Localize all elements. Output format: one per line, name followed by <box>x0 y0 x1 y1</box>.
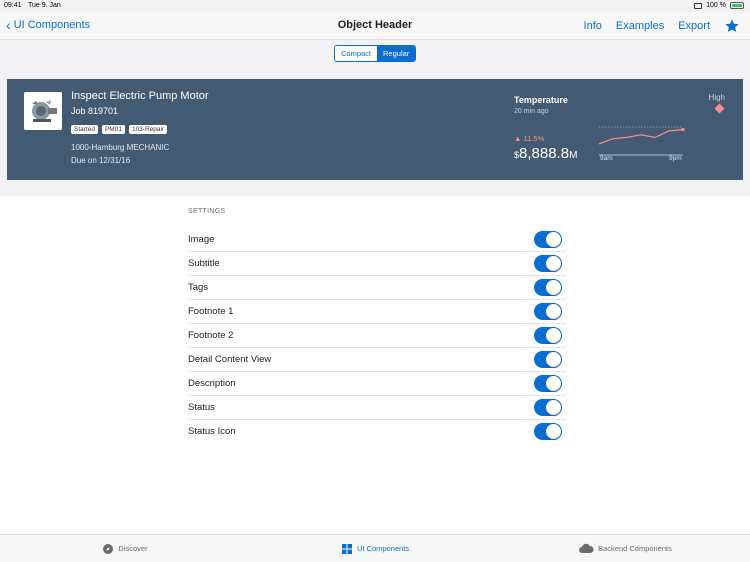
cloud-icon <box>579 543 594 553</box>
kpi-detail: Temperature 20 min ago ▲ 11.5% $8,888.8M <box>514 95 577 162</box>
toggle-switch[interactable] <box>534 423 562 440</box>
setting-row: Image <box>188 228 566 252</box>
tab-ui-components[interactable]: UI Components <box>250 535 500 562</box>
tag: PM01 <box>101 125 125 134</box>
status-text: High <box>708 93 725 102</box>
settings-list: Image Subtitle Tags Footnote 1 Footnote 2 Det… <box>188 228 566 444</box>
tab-label: UI Components <box>356 544 410 553</box>
kpi-unit: M <box>569 150 578 161</box>
toggle-switch[interactable] <box>534 399 562 416</box>
status-time: 09:41 <box>4 2 22 9</box>
segment-regular[interactable]: Regular <box>377 46 416 61</box>
object-title: Inspect Electric Pump Motor <box>71 90 209 102</box>
setting-row: Tags <box>188 276 566 300</box>
toggle-switch[interactable] <box>534 231 562 248</box>
toggle-switch[interactable] <box>534 327 562 344</box>
kpi-value: $8,888.8M <box>514 145 577 163</box>
segment-compact[interactable]: Compact <box>335 46 378 61</box>
setting-row: Status Icon <box>188 420 566 444</box>
setting-label: Subtitle <box>188 258 220 269</box>
kpi-title: Temperature <box>514 95 568 105</box>
status-bar: 09:41 Tue 9. Jan 100 % <box>0 0 750 12</box>
compass-icon <box>103 543 114 554</box>
chart-point <box>681 128 685 132</box>
screen-mirroring-icon <box>694 2 703 9</box>
setting-row: Footnote 2 <box>188 324 566 348</box>
object-tags: Started PM01 103-Repair <box>71 125 168 134</box>
tab-label: Backend Components <box>598 544 672 553</box>
tag: 103-Repair <box>128 125 168 134</box>
object-image <box>24 92 62 130</box>
settings-content: SETTINGS Image Subtitle Tags Footnote 1 Foot… <box>0 196 750 534</box>
chart-x-label-start: 9am <box>600 155 613 162</box>
navigation-bar: ‹ UI Components Object Header Info Examp… <box>0 12 750 40</box>
setting-row: Footnote 1 <box>188 300 566 324</box>
status-right: 100 % <box>694 2 744 9</box>
setting-row: Subtitle <box>188 252 566 276</box>
setting-row: Detail Content View <box>188 348 566 372</box>
examples-button[interactable]: Examples <box>616 20 664 32</box>
setting-row: Status <box>188 396 566 420</box>
chart-series-line <box>598 129 684 145</box>
toggle-switch[interactable] <box>534 303 562 320</box>
kpi-subtitle: 20 min ago <box>514 108 549 115</box>
tab-discover[interactable]: Discover <box>0 535 250 562</box>
toggle-switch[interactable] <box>534 351 562 368</box>
nav-actions: Info Examples Export <box>584 18 740 34</box>
battery-icon <box>730 2 744 9</box>
object-subtitle: Job 819701 <box>71 106 119 116</box>
trend-up-icon: ▲ <box>514 134 522 143</box>
star-icon[interactable] <box>724 18 740 34</box>
setting-label: Description <box>188 378 236 389</box>
object-footnote-1: 1000-Hamburg MECHANIC <box>71 143 170 152</box>
chart-x-label-end: 9pm <box>669 155 682 162</box>
toggle-switch[interactable] <box>534 375 562 392</box>
toggle-switch[interactable] <box>534 279 562 296</box>
setting-label: Status <box>188 402 215 413</box>
grid-icon <box>341 543 352 554</box>
tab-label: Discover <box>118 544 148 553</box>
tab-backend-components[interactable]: Backend Components <box>500 535 750 562</box>
info-button[interactable]: Info <box>584 20 602 32</box>
toggle-switch[interactable] <box>534 255 562 272</box>
kpi-number: 8,888.8 <box>519 145 570 162</box>
setting-label: Tags <box>188 282 209 293</box>
setting-label: Image <box>188 234 215 245</box>
setting-label: Footnote 1 <box>188 306 234 317</box>
setting-label: Detail Content View <box>188 354 272 365</box>
settings-section-header: SETTINGS <box>188 208 226 215</box>
setting-label: Footnote 2 <box>188 330 234 341</box>
setting-label: Status Icon <box>188 426 236 437</box>
layout-segmented-control: Compact Regular <box>334 45 417 62</box>
pump-motor-image <box>24 92 62 130</box>
battery-percent: 100 % <box>706 2 726 9</box>
tab-bar: Discover UI Components Backend Component… <box>0 534 750 562</box>
object-footnote-2: Due on 12/31/16 <box>71 156 131 165</box>
status-date: Tue 9. Jan <box>28 2 61 9</box>
tag: Started <box>71 125 98 134</box>
export-button[interactable]: Export <box>678 20 710 32</box>
kpi-trend: ▲ 11.5% <box>514 134 544 143</box>
object-header: Inspect Electric Pump Motor Job 819701 S… <box>7 79 743 180</box>
kpi-trend-value: 11.5% <box>523 134 545 143</box>
diamond-status-icon <box>714 103 725 114</box>
setting-row: Description <box>188 372 566 396</box>
